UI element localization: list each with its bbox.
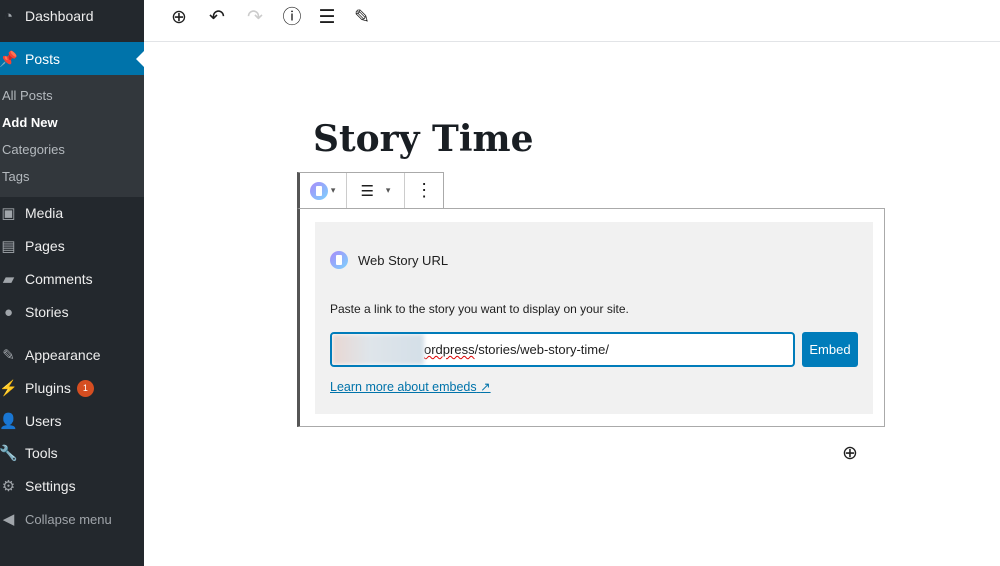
collapse-icon: ◀ bbox=[2, 511, 15, 528]
editor-toolbar: ⊕ ↶ ↷ ⓘ ☰ ✎ bbox=[144, 0, 1000, 42]
menu-tools[interactable]: 🔧 Tools bbox=[0, 437, 144, 469]
embed-placeholder: Web Story URL Paste a link to the story … bbox=[315, 222, 873, 414]
undo-icon[interactable]: ↶ bbox=[204, 5, 230, 31]
menu-pages[interactable]: ▤ Pages bbox=[0, 230, 144, 262]
brush-icon: ✎ bbox=[2, 347, 15, 364]
info-icon[interactable]: ⓘ bbox=[279, 5, 305, 31]
settings-icon: ⚙ bbox=[1, 478, 16, 495]
block-type-button[interactable]: ▾ bbox=[300, 173, 347, 208]
menu-appearance[interactable]: ✎ Appearance bbox=[0, 339, 144, 371]
menu-stories[interactable]: ● Stories bbox=[0, 296, 144, 328]
menu-settings[interactable]: ⚙ Settings bbox=[0, 470, 144, 502]
media-icon: ▣ bbox=[1, 205, 16, 222]
embed-button[interactable]: Embed bbox=[802, 332, 858, 367]
submenu-categories[interactable]: Categories bbox=[2, 142, 65, 157]
url-input[interactable]: ordpress/stories/web-story-time/ bbox=[330, 332, 795, 367]
menu-posts[interactable]: 📌 Posts bbox=[0, 42, 144, 75]
user-icon: 👤 bbox=[0, 413, 18, 430]
block-toolbar: ▾ ☰ ▾ ⋮ bbox=[297, 172, 444, 209]
menu-comments[interactable]: ▰ Comments bbox=[0, 263, 144, 295]
stories-icon: ● bbox=[3, 303, 14, 321]
pages-icon: ▤ bbox=[1, 238, 16, 255]
external-link-icon: ↗ bbox=[480, 380, 491, 394]
post-title[interactable]: Story Time bbox=[313, 118, 534, 160]
collapse-menu[interactable]: ◀ Collapse menu bbox=[0, 503, 144, 535]
submenu-all-posts[interactable]: All Posts bbox=[2, 88, 53, 103]
add-block-icon[interactable]: ⊕ bbox=[166, 5, 192, 31]
comment-icon: ▰ bbox=[2, 271, 15, 288]
submenu-add-new[interactable]: Add New bbox=[2, 115, 58, 130]
learn-more-link[interactable]: Learn more about embeds ↗ bbox=[330, 379, 491, 394]
redo-icon[interactable]: ↷ bbox=[242, 5, 268, 31]
dashboard-icon: ◔ bbox=[3, 7, 14, 25]
update-count-badge: 1 bbox=[76, 379, 94, 397]
align-center-icon: ☰ bbox=[360, 182, 374, 200]
menu-dashboard[interactable]: ◔ Dashboard bbox=[0, 0, 144, 32]
align-button[interactable]: ☰ ▾ bbox=[347, 173, 406, 208]
wrench-icon: 🔧 bbox=[0, 445, 18, 462]
plugin-icon: ⚡ bbox=[0, 380, 18, 397]
submenu-tags[interactable]: Tags bbox=[2, 169, 29, 184]
edit-pencil-icon[interactable]: ✎ bbox=[349, 5, 375, 31]
redacted-url-part bbox=[332, 334, 424, 365]
menu-plugins[interactable]: ⚡ Plugins 1 bbox=[0, 372, 144, 404]
posts-submenu: All Posts Add New Categories Tags bbox=[0, 75, 144, 197]
menu-media[interactable]: ▣ Media bbox=[0, 197, 144, 229]
placeholder-description: Paste a link to the story you want to di… bbox=[330, 302, 629, 316]
admin-sidebar: ◔ Dashboard 📌 Posts All Posts Add New Cate… bbox=[0, 0, 144, 566]
pin-icon: 📌 bbox=[0, 50, 18, 68]
web-story-icon bbox=[330, 251, 348, 269]
web-story-embed-block[interactable]: Web Story URL Paste a link to the story … bbox=[297, 208, 885, 427]
add-block-icon[interactable]: ⊕ bbox=[840, 444, 860, 464]
more-options-icon[interactable]: ⋮ bbox=[405, 173, 443, 208]
menu-users[interactable]: 👤 Users bbox=[0, 405, 144, 437]
web-story-icon bbox=[310, 181, 329, 200]
placeholder-label: Web Story URL bbox=[330, 251, 448, 269]
outline-icon[interactable]: ☰ bbox=[314, 5, 340, 31]
